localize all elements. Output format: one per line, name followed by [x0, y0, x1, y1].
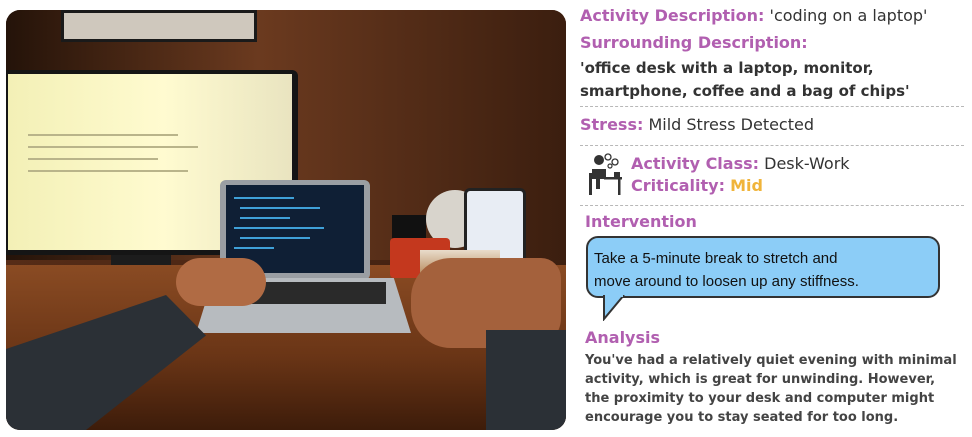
- analysis-line-2: activity, which is great for unwinding. …: [585, 372, 936, 387]
- surrounding-description-label: Surrounding Description:: [580, 33, 808, 52]
- stress-row: Stress: Mild Stress Detected: [580, 115, 814, 134]
- analysis-heading: Analysis: [585, 328, 660, 347]
- intervention-line-1: Take a 5-minute break to stretch and: [594, 250, 838, 267]
- divider: [580, 145, 964, 146]
- info-panel: Activity Description: 'coding on a lapto…: [580, 0, 968, 437]
- surrounding-description-line-2: smartphone, coffee and a bag of chips': [580, 82, 910, 100]
- activity-class-label: Activity Class:: [631, 154, 760, 173]
- code-line: [234, 247, 274, 249]
- code-line: [240, 237, 310, 239]
- activity-class-value: Desk-Work: [764, 154, 850, 173]
- code-line: [240, 217, 290, 219]
- intervention-line-2: move around to loosen up any stiffness.: [594, 273, 859, 290]
- criticality-label: Criticality:: [631, 176, 725, 195]
- intervention-label: Intervention: [585, 212, 697, 231]
- analysis-label: Analysis: [585, 328, 661, 347]
- criticality-row: Criticality: Mid: [631, 176, 763, 195]
- screen-text-line: [28, 146, 198, 148]
- activity-description-label: Activity Description:: [580, 6, 765, 25]
- activity-class-row: Activity Class: Desk-Work: [631, 154, 850, 173]
- left-hand: [176, 258, 266, 306]
- code-line: [234, 227, 324, 229]
- screen-text-line: [28, 170, 188, 172]
- analysis-line-4: encourage you to stay seated for too lon…: [585, 410, 899, 425]
- desk-worker-icon: [584, 151, 624, 197]
- stress-label: Stress:: [580, 115, 644, 134]
- surrounding-description-line-1: 'office desk with a laptop, monitor,: [580, 59, 874, 77]
- wall-picture-frame: [61, 10, 257, 42]
- divider: [580, 205, 964, 206]
- analysis-text: You've had a relatively quiet evening wi…: [585, 351, 969, 427]
- screen-text-line: [28, 134, 178, 136]
- speech-bubble-tail: [603, 295, 625, 321]
- code-line: [234, 197, 294, 199]
- scene-photo: [6, 10, 566, 430]
- intervention-heading: Intervention: [585, 212, 697, 231]
- divider: [580, 106, 964, 107]
- criticality-value: Mid: [730, 176, 763, 195]
- surrounding-description: Surrounding Description:: [580, 33, 808, 52]
- right-arm: [486, 330, 566, 430]
- analysis-line-3: the proximity to your desk and computer …: [585, 391, 935, 406]
- activity-description-value: 'coding on a laptop': [769, 6, 928, 25]
- activity-description: Activity Description: 'coding on a lapto…: [580, 6, 927, 25]
- code-line: [240, 207, 320, 209]
- analysis-line-1: You've had a relatively quiet evening wi…: [585, 353, 957, 368]
- screen-text-line: [28, 158, 158, 160]
- intervention-bubble: Take a 5-minute break to stretch and mov…: [586, 236, 940, 298]
- stress-value: Mild Stress Detected: [648, 115, 814, 134]
